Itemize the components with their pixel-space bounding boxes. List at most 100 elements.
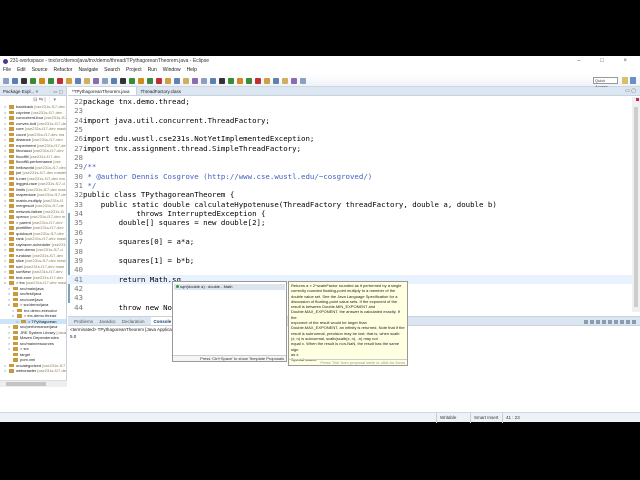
tab-javadoc[interactable]: Javadoc xyxy=(99,317,116,325)
java-perspective-icon[interactable] xyxy=(630,77,636,84)
toolbar-button-icon[interactable] xyxy=(165,77,171,84)
toolbar-button-icon[interactable] xyxy=(192,77,198,84)
code-line[interactable]: 33 public static double calculateHypoten… xyxy=(68,200,632,209)
menu-edit[interactable]: Edit xyxy=(17,66,26,75)
toolbar-button-icon[interactable] xyxy=(291,77,297,84)
toolbar-button-icon[interactable] xyxy=(102,77,108,84)
toolbar-button-icon[interactable] xyxy=(93,77,99,84)
tree-item-repo: [cse231s-f17- xyxy=(44,115,66,120)
toolbar-button-icon[interactable] xyxy=(300,77,306,84)
toolbar-button-icon[interactable] xyxy=(255,77,261,84)
tree-item-label: coprime xyxy=(16,109,31,115)
code-line[interactable]: 39 squares[1] = b*b; xyxy=(68,256,632,265)
code-line[interactable]: 30 * @author Dennis Cosgrove (http://www… xyxy=(68,172,632,181)
toolbar-button-icon[interactable] xyxy=(273,77,279,84)
toolbar-button-icon[interactable] xyxy=(183,77,189,84)
quick-access-input[interactable]: Quick Access xyxy=(593,77,618,89)
tree-item[interactable]: > webcrawler [cse231s-f17-de xyxy=(0,368,66,374)
project-folder-icon xyxy=(9,165,14,170)
menu-run[interactable]: Run xyxy=(148,66,157,75)
code-line[interactable]: 23 xyxy=(68,106,632,115)
project-folder-icon xyxy=(9,220,14,225)
package-explorer-tab[interactable]: Package Expl... × ▭ ▢ xyxy=(0,87,66,96)
perspective-switcher[interactable] xyxy=(622,77,636,85)
code-line[interactable]: 22 package tnx.demo.thread; xyxy=(68,97,632,106)
toolbar-button-icon[interactable] xyxy=(120,77,126,84)
toolbar-button-icon[interactable] xyxy=(75,77,81,84)
toolbar-button-icon[interactable] xyxy=(246,77,252,84)
toolbar-button-icon[interactable] xyxy=(156,77,162,84)
toolbar-button-icon[interactable] xyxy=(84,77,90,84)
toolbar-button-icon[interactable] xyxy=(219,77,225,84)
horizontal-scrollbar[interactable] xyxy=(0,380,67,387)
toolbar xyxy=(0,75,640,87)
toolbar-button-icon[interactable] xyxy=(210,77,216,84)
code-line[interactable]: 36 xyxy=(68,228,632,237)
toolbar-button-icon[interactable] xyxy=(30,77,36,84)
line-number: 43 xyxy=(74,293,83,303)
tab-threadfactory[interactable]: ThreadFactory.class xyxy=(137,87,187,95)
toolbar-button-icon[interactable] xyxy=(57,77,63,84)
tab-problems[interactable]: Problems xyxy=(74,317,93,325)
tree-item-label: quicksort xyxy=(16,230,33,236)
toolbar-button-icon[interactable] xyxy=(264,77,270,84)
tab-tpythagoreantheorem[interactable]: *TPythagoreanTheorem.java xyxy=(68,87,137,95)
tab-console[interactable]: Console xyxy=(150,317,175,325)
code-line[interactable]: 38 xyxy=(68,247,632,256)
toolbar-button-icon[interactable] xyxy=(228,77,234,84)
console-toolbar[interactable] xyxy=(584,317,636,326)
project-folder-icon xyxy=(9,253,14,258)
code-line[interactable]: 32 public class TPythagoreanTheorem { xyxy=(68,190,632,199)
code-line[interactable]: 35 double[] squares = new double[2]; xyxy=(68,218,632,227)
code-line[interactable]: 28 xyxy=(68,153,632,162)
menu-search[interactable]: Search xyxy=(104,66,120,75)
open-perspective-icon[interactable] xyxy=(622,77,628,84)
line-number: 30 xyxy=(74,171,83,181)
tree-item-label: sort xyxy=(16,263,23,269)
javadoc-footer[interactable]: Press 'Tab' from proposal table or click… xyxy=(289,359,407,365)
toolbar-button-icon[interactable] xyxy=(138,77,144,84)
code-line[interactable]: 25 xyxy=(68,125,632,134)
menu-source[interactable]: Source xyxy=(32,66,48,75)
toolbar-button-icon[interactable] xyxy=(201,77,207,84)
menu-file[interactable]: File xyxy=(3,66,11,75)
package-explorer-toolbar[interactable]: ⊟ ⇆ | ⋮ ▾ xyxy=(0,96,66,104)
menu-help[interactable]: Help xyxy=(187,66,197,75)
tree-item-label: JRE System Library xyxy=(20,329,56,335)
error-marker-icon[interactable] xyxy=(636,98,639,101)
menu-project[interactable]: Project xyxy=(126,66,142,75)
code-line[interactable]: 40 xyxy=(68,265,632,274)
window-controls[interactable]: – □ × xyxy=(577,56,636,66)
code-area[interactable]: 22 package tnx.demo.thread; 23 24 import jav… xyxy=(68,97,632,312)
toolbar-button-icon[interactable] xyxy=(147,77,153,84)
toolbar-button-icon[interactable] xyxy=(12,77,18,84)
toolbar-button-icon[interactable] xyxy=(174,77,180,84)
tree-item-label: > src/demo/java xyxy=(20,302,49,307)
tab-declaration[interactable]: Declaration xyxy=(122,317,145,325)
code-line[interactable]: 37 squares[0] = a*a; xyxy=(68,237,632,246)
toolbar-button-icon[interactable] xyxy=(66,77,72,84)
menu-navigate[interactable]: Navigate xyxy=(78,66,98,75)
project-folder-icon xyxy=(9,242,14,247)
toolbar-button-icon[interactable] xyxy=(48,77,54,84)
toolbar-button-icon[interactable] xyxy=(3,77,9,84)
code-line[interactable]: 27 import tnx.assignment.thread.SimpleThr… xyxy=(68,144,632,153)
menu-refactor[interactable]: Refactor xyxy=(54,66,73,75)
toolbar-button-icon[interactable] xyxy=(282,77,288,84)
toolbar-button-icon[interactable] xyxy=(111,77,117,84)
code-line[interactable]: 29/** xyxy=(68,162,632,171)
code-line[interactable]: 31 */ xyxy=(68,181,632,190)
minimize-maximize-icons[interactable]: ▭ ▢ xyxy=(53,87,63,96)
code-line[interactable]: 26 import edu.wustl.cse231s.NotYetImpleme… xyxy=(68,134,632,143)
code-line[interactable]: 24 import java.util.concurrent.ThreadFact… xyxy=(68,116,632,125)
editor-minmax-icons[interactable]: ▭ ▢ xyxy=(625,87,636,96)
menu-window[interactable]: Window xyxy=(163,66,181,75)
toolbar-button-icon[interactable] xyxy=(129,77,135,84)
toolbar-button-icon[interactable] xyxy=(39,77,45,84)
vertical-scrollbar[interactable] xyxy=(632,97,640,312)
autocomplete-item-sqrt[interactable]: sqrt(double a) : double - Math xyxy=(174,284,285,290)
toolbar-button-icon[interactable] xyxy=(21,77,27,84)
code-text: import java.util.concurrent.ThreadFactor… xyxy=(83,115,270,125)
code-line[interactable]: 34 throws InterruptedException { xyxy=(68,209,632,218)
toolbar-button-icon[interactable] xyxy=(237,77,243,84)
